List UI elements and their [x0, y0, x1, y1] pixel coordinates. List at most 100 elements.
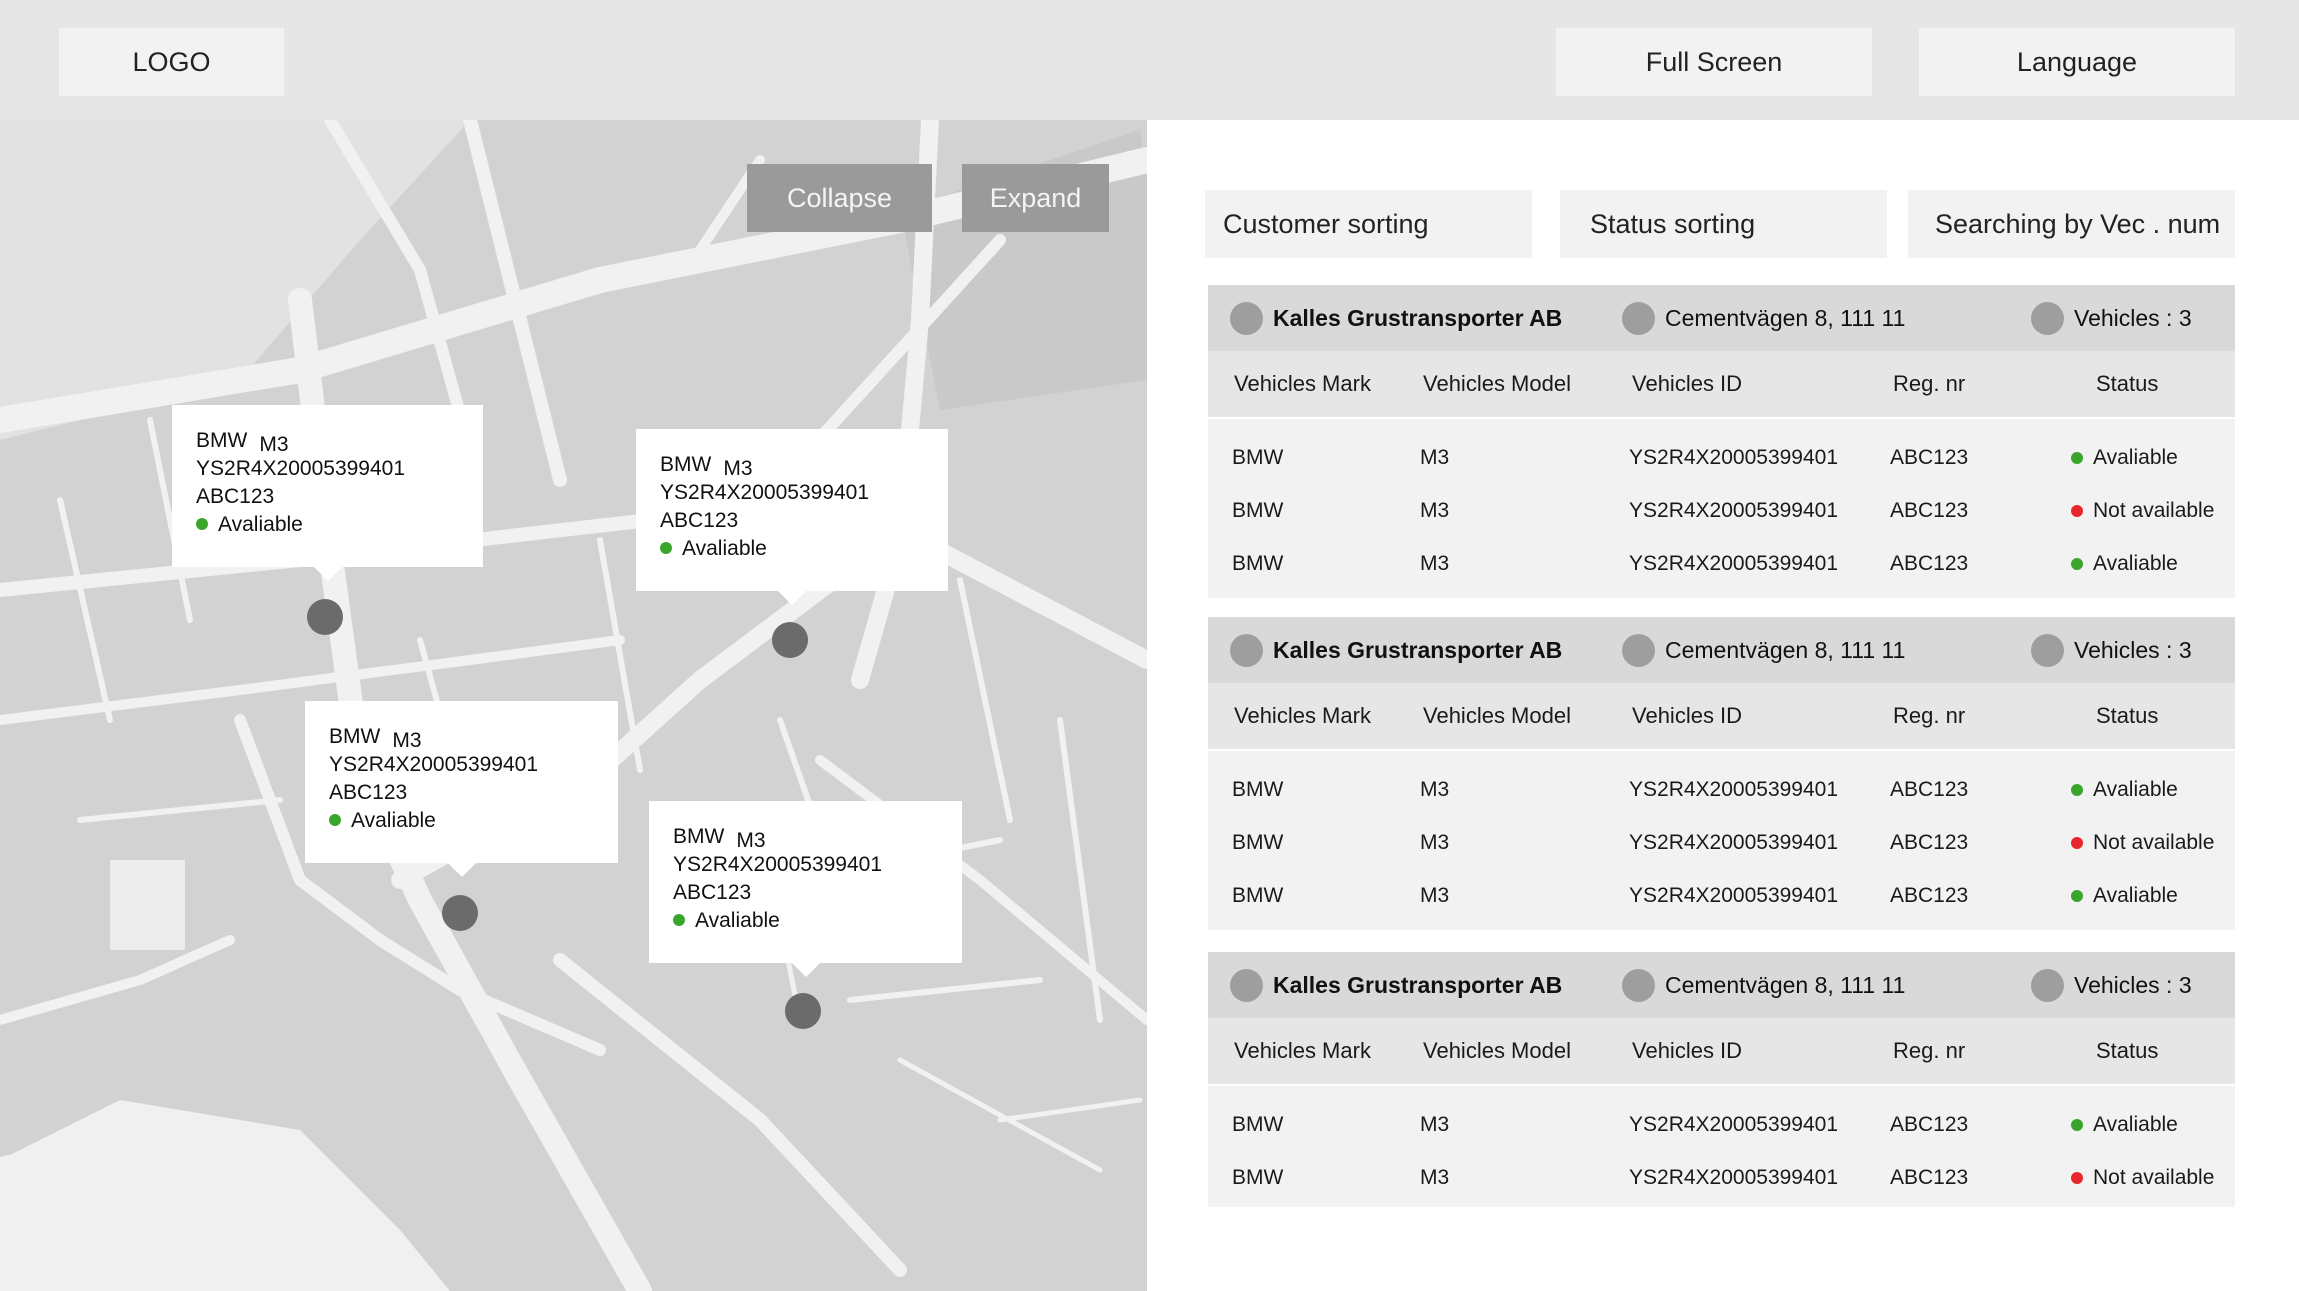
vehicle-popup: BMW M3 YS2R4X20005399401 ABC123 Avaliable	[305, 701, 618, 877]
cell-id: YS2R4X20005399401	[1629, 445, 1839, 469]
cell-model: M3	[1420, 445, 1450, 469]
column-header-id[interactable]: Vehicles ID	[1632, 351, 1742, 417]
table-row[interactable]: BMW M3 YS2R4X20005399401 ABC123 Avaliabl…	[1208, 763, 2235, 816]
cell-reg: ABC123	[1890, 1112, 1969, 1136]
customer-group-header[interactable]: Kalles Grustransporter AB Cementvägen 8,…	[1208, 952, 2235, 1018]
column-header-id[interactable]: Vehicles ID	[1632, 1018, 1742, 1084]
status-dot-icon	[673, 914, 685, 926]
vehicles-count: Vehicles : 3	[2074, 304, 2192, 331]
column-header-model[interactable]: Vehicles Model	[1423, 1018, 1571, 1084]
popup-vehicle-id: YS2R4X20005399401	[660, 481, 870, 504]
column-header-reg[interactable]: Reg. nr	[1893, 351, 1965, 417]
popup-mark: BMW	[673, 825, 725, 848]
table-row[interactable]: BMW M3 YS2R4X20005399401 ABC123 Avaliabl…	[1208, 1098, 2235, 1151]
vehicle-pin-icon[interactable]	[307, 599, 343, 635]
popup-status: Avaliable	[682, 537, 767, 560]
cell-reg: ABC123	[1890, 1165, 1969, 1189]
collapse-button[interactable]: Collapse	[747, 164, 932, 232]
customer-sorting-button[interactable]: Customer sorting	[1205, 190, 1532, 258]
column-header-mark[interactable]: Vehicles Mark	[1234, 683, 1371, 749]
customer-address: Cementvägen 8, 111 11	[1665, 636, 1906, 663]
column-header-model[interactable]: Vehicles Model	[1423, 351, 1571, 417]
vehicle-pin-icon[interactable]	[772, 622, 808, 658]
customer-group-header[interactable]: Kalles Grustransporter AB Cementvägen 8,…	[1208, 285, 2235, 351]
cell-reg: ABC123	[1890, 551, 1969, 575]
table-row[interactable]: BMW M3 YS2R4X20005399401 ABC123 Avaliabl…	[1208, 869, 2235, 922]
cell-mark: BMW	[1232, 498, 1284, 522]
column-header-mark[interactable]: Vehicles Mark	[1234, 351, 1371, 417]
table-row[interactable]: BMW M3 YS2R4X20005399401 ABC123 Avaliabl…	[1208, 537, 2235, 590]
popup-reg: ABC123	[196, 485, 275, 508]
customer-address: Cementvägen 8, 111 11	[1665, 971, 1906, 998]
popup-mark: BMW	[196, 429, 248, 452]
customer-group: Kalles Grustransporter AB Cementvägen 8,…	[1208, 285, 2235, 598]
vehicle-popup: BMW M3 YS2R4X20005399401 ABC123 Avaliable	[172, 405, 483, 581]
cell-id: YS2R4X20005399401	[1629, 498, 1839, 522]
map-view[interactable]: Collapse Expand BMW M3 YS2R4X20005399401 …	[0, 120, 1147, 1291]
customer-name: Kalles Grustransporter AB	[1273, 636, 1563, 663]
search-by-vehicle-number[interactable]: Searching by Vec . num	[1908, 190, 2235, 258]
column-header-status[interactable]: Status	[2096, 683, 2158, 749]
customer-icon	[1230, 968, 1263, 1002]
vehicles-count: Vehicles : 3	[2074, 971, 2192, 998]
full-screen-button[interactable]: Full Screen	[1556, 28, 1872, 96]
popup-model: M3	[736, 829, 766, 852]
vehicle-pin-icon[interactable]	[442, 895, 478, 931]
column-header-model[interactable]: Vehicles Model	[1423, 683, 1571, 749]
popup-mark: BMW	[660, 453, 712, 476]
logo[interactable]: LOGO	[59, 28, 284, 96]
column-header-status[interactable]: Status	[2096, 351, 2158, 417]
cell-id: YS2R4X20005399401	[1629, 1165, 1839, 1189]
column-header-status[interactable]: Status	[2096, 1018, 2158, 1084]
cell-model: M3	[1420, 498, 1450, 522]
cell-model: M3	[1420, 1165, 1450, 1189]
cell-id: YS2R4X20005399401	[1629, 1112, 1839, 1136]
popup-vehicle-id: YS2R4X20005399401	[673, 853, 883, 876]
column-header-id[interactable]: Vehicles ID	[1632, 683, 1742, 749]
popup-reg: ABC123	[329, 781, 408, 804]
cell-model: M3	[1420, 830, 1450, 854]
status-dot-icon	[2071, 451, 2083, 464]
cell-status: Not available	[2071, 1151, 2214, 1204]
cell-reg: ABC123	[1890, 445, 1969, 469]
popup-vehicle-id: YS2R4X20005399401	[329, 753, 539, 776]
cell-mark: BMW	[1232, 830, 1284, 854]
status-dot-icon	[329, 814, 341, 826]
status-dot-icon	[2071, 557, 2083, 570]
cell-id: YS2R4X20005399401	[1629, 883, 1839, 907]
cell-status: Not available	[2071, 484, 2214, 537]
column-header-reg[interactable]: Reg. nr	[1893, 683, 1965, 749]
expand-button[interactable]: Expand	[962, 164, 1109, 232]
table-row[interactable]: BMW M3 YS2R4X20005399401 ABC123 Not avai…	[1208, 816, 2235, 869]
column-header-mark[interactable]: Vehicles Mark	[1234, 1018, 1371, 1084]
column-header-reg[interactable]: Reg. nr	[1893, 1018, 1965, 1084]
status-sorting-button[interactable]: Status sorting	[1560, 190, 1887, 258]
vehicle-pin-icon[interactable]	[785, 993, 821, 1029]
vehicles-icon	[2031, 968, 2064, 1002]
cell-model: M3	[1420, 883, 1450, 907]
address-icon	[1622, 633, 1655, 667]
customer-icon	[1230, 633, 1263, 667]
table-header: Vehicles Mark Vehicles Model Vehicles ID…	[1208, 1018, 2235, 1086]
table-row[interactable]: BMW M3 YS2R4X20005399401 ABC123 Not avai…	[1208, 1151, 2235, 1204]
customer-address: Cementvägen 8, 111 11	[1665, 304, 1906, 331]
top-bar: LOGO Full Screen Language	[0, 0, 2299, 120]
cell-id: YS2R4X20005399401	[1629, 830, 1839, 854]
customer-group: Kalles Grustransporter AB Cementvägen 8,…	[1208, 952, 2235, 1207]
customer-name: Kalles Grustransporter AB	[1273, 304, 1563, 331]
customer-group-header[interactable]: Kalles Grustransporter AB Cementvägen 8,…	[1208, 617, 2235, 683]
language-button[interactable]: Language	[1919, 28, 2235, 96]
cell-reg: ABC123	[1890, 777, 1969, 801]
cell-model: M3	[1420, 551, 1450, 575]
popup-status: Avaliable	[351, 809, 436, 832]
table-row[interactable]: BMW M3 YS2R4X20005399401 ABC123 Avaliabl…	[1208, 431, 2235, 484]
vehicle-popup: BMW M3 YS2R4X20005399401 ABC123 Avaliable	[636, 429, 948, 605]
status-dot-icon	[2071, 504, 2083, 517]
cell-mark: BMW	[1232, 1112, 1284, 1136]
popup-reg: ABC123	[660, 509, 739, 532]
popup-model: M3	[392, 729, 422, 752]
cell-id: YS2R4X20005399401	[1629, 777, 1839, 801]
popup-status: Avaliable	[695, 909, 780, 932]
table-row[interactable]: BMW M3 YS2R4X20005399401 ABC123 Not avai…	[1208, 484, 2235, 537]
cell-mark: BMW	[1232, 1165, 1284, 1189]
